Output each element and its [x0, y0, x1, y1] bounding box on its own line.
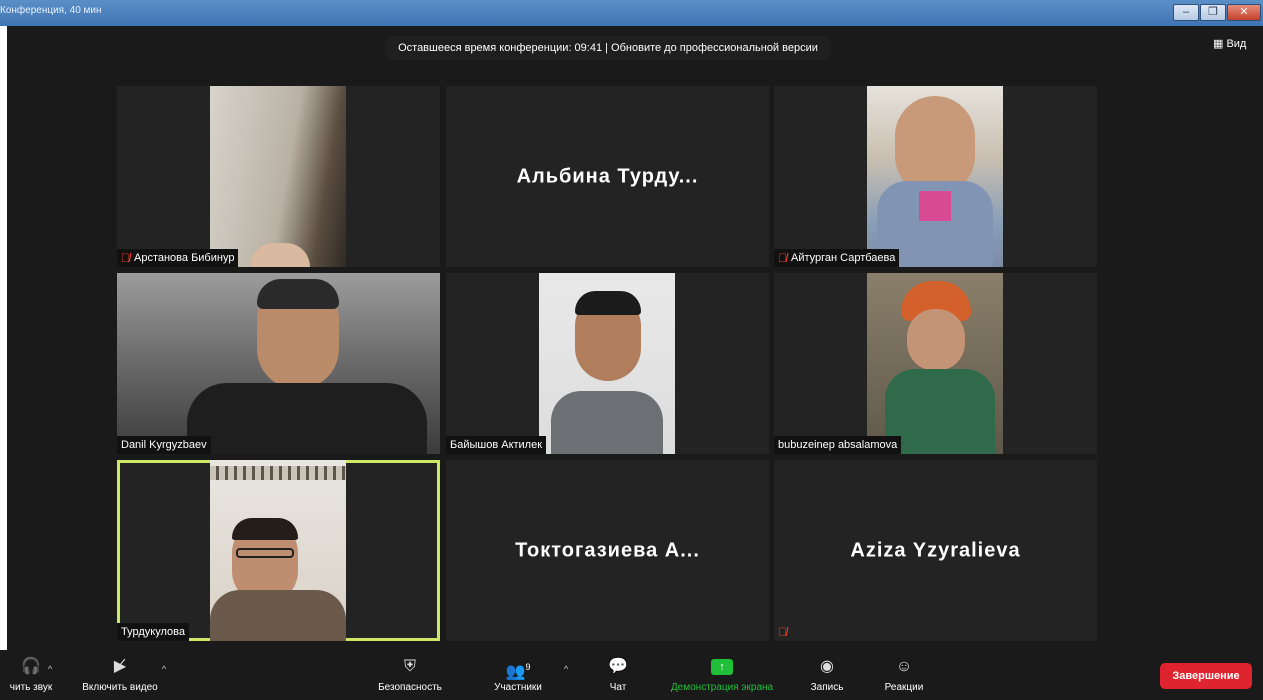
people-icon: 👥9: [505, 662, 531, 681]
participant-name-bar: bubuzeinep absalamova: [774, 436, 902, 454]
participant-tile[interactable]: Байышов Актилек: [446, 273, 769, 454]
participant-name: Байышов Актилек: [450, 439, 543, 451]
record-button[interactable]: ◉ Запись: [804, 652, 850, 693]
participants-button[interactable]: 👥9 Участники: [484, 652, 552, 693]
participant-video: [117, 273, 440, 454]
participant-name-bar: 🎙̸: [774, 623, 791, 641]
window-titlebar: Конференция, 40 мин – ❐ ✕: [0, 0, 1263, 26]
window-title: Конференция, 40 мин: [0, 5, 102, 16]
share-screen-button[interactable]: ↑ Демонстрация экрана: [660, 652, 784, 693]
close-button[interactable]: ✕: [1227, 4, 1261, 21]
participant-tile[interactable]: Токтогазиева А...: [446, 460, 769, 641]
participant-name-bar: 🎙̸ Айтурган Сартбаева: [774, 249, 900, 267]
participant-video: [210, 460, 346, 641]
audio-options-chevron-icon[interactable]: ^: [48, 664, 52, 674]
participant-display-name: Альбина Турду...: [516, 165, 699, 187]
participant-name: Арстанова Бибинур: [134, 252, 235, 264]
share-screen-label: Демонстрация экрана: [670, 682, 774, 693]
unmute-button[interactable]: 🎧 чить звук: [0, 652, 62, 693]
mic-muted-icon: 🎙̸: [121, 251, 130, 265]
participants-count: 9: [525, 662, 531, 672]
reactions-label: Реакции: [884, 682, 924, 693]
unmute-label: чить звук: [9, 682, 53, 693]
participant-tile[interactable]: 🎙̸ Арстанова Бибинур: [117, 86, 440, 267]
participant-tile[interactable]: Aziza Yzyralieva 🎙̸: [774, 460, 1097, 641]
participant-tile[interactable]: 🎙̸ Айтурган Сартбаева: [774, 86, 1097, 267]
participant-name-bar: Danil Kyrgyzbaev: [117, 436, 211, 454]
record-icon: ◉: [820, 658, 834, 675]
participant-name: Айтурган Сартбаева: [791, 252, 896, 264]
time-remaining-banner[interactable]: Оставшееся время конференции: 09:41 | Об…: [386, 36, 830, 60]
participant-name-bar: Турдукулова: [117, 623, 189, 641]
smiley-icon: ☺: [895, 658, 913, 675]
mic-muted-icon: 🎙̸: [778, 625, 787, 639]
participant-name-bar: Байышов Актилек: [446, 436, 547, 454]
participant-display-name: Aziza Yzyralieva: [850, 539, 1021, 561]
participants-label: Участники: [494, 682, 542, 693]
start-video-label: Включить видео: [82, 682, 158, 693]
view-button[interactable]: ▦ Вид: [1213, 37, 1246, 50]
participant-video: [539, 273, 675, 454]
participant-tile[interactable]: bubuzeinep absalamova: [774, 273, 1097, 454]
mic-muted-icon: 🎧: [21, 658, 41, 675]
end-meeting-button[interactable]: Завершение: [1160, 663, 1252, 689]
chat-icon: 💬: [608, 658, 628, 675]
maximize-button[interactable]: ❐: [1200, 4, 1226, 21]
reactions-button[interactable]: ☺ Реакции: [878, 652, 930, 693]
video-options-chevron-icon[interactable]: ^: [162, 664, 166, 674]
participant-name: Турдукулова: [121, 626, 185, 638]
start-video-button[interactable]: ▶̸ Включить видео: [74, 652, 166, 693]
chat-button[interactable]: 💬 Чат: [600, 652, 636, 693]
participant-tile-active[interactable]: Турдукулова: [117, 460, 440, 641]
participant-video: [867, 273, 1003, 454]
shield-icon: ⛨: [403, 658, 416, 675]
chat-label: Чат: [609, 682, 627, 693]
participant-name-bar: 🎙̸ Арстанова Бибинур: [117, 249, 239, 267]
participant-tile[interactable]: Danil Kyrgyzbaev: [117, 273, 440, 454]
security-label: Безопасность: [378, 682, 442, 693]
participant-name: Danil Kyrgyzbaev: [121, 439, 207, 451]
video-off-icon: ▶̸: [113, 658, 127, 675]
security-button[interactable]: ⛨ Безопасность: [370, 652, 450, 693]
participant-video: [867, 86, 1003, 267]
participant-display-name: Токтогазиева А...: [515, 539, 700, 561]
minimize-button[interactable]: –: [1173, 4, 1199, 21]
record-label: Запись: [810, 682, 844, 693]
participant-tile[interactable]: Альбина Турду...: [446, 86, 769, 267]
share-screen-icon: ↑: [660, 652, 784, 682]
participant-name: bubuzeinep absalamova: [778, 439, 898, 451]
mic-muted-icon: 🎙̸: [778, 251, 787, 265]
participants-options-chevron-icon[interactable]: ^: [564, 664, 568, 674]
participant-video: [210, 86, 346, 267]
